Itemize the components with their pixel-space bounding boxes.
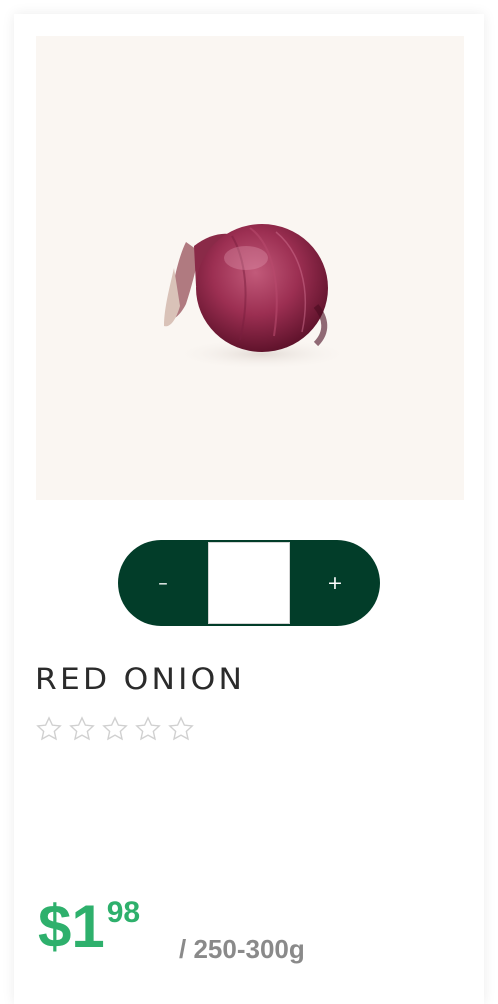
price: $1 98 [38, 892, 140, 962]
price-cents: 98 [106, 896, 141, 929]
decrement-button[interactable]: – [118, 540, 208, 626]
quantity-stepper: – + [118, 540, 380, 626]
star-outline-icon[interactable] [134, 715, 162, 743]
star-outline-icon[interactable] [101, 715, 129, 743]
red-onion-image [164, 224, 352, 370]
price-dollars-value: 1 [71, 893, 105, 960]
increment-button[interactable]: + [290, 540, 380, 626]
star-rating[interactable] [35, 715, 195, 743]
product-title[interactable]: RED ONION [35, 662, 245, 696]
price-currency: $ [38, 893, 72, 960]
star-outline-icon[interactable] [35, 715, 63, 743]
product-image[interactable] [36, 36, 464, 500]
star-outline-icon[interactable] [68, 715, 96, 743]
star-outline-icon[interactable] [167, 715, 195, 743]
price-dollars: $1 [38, 892, 105, 962]
unit-weight: / 250-300g [179, 934, 305, 964]
product-card[interactable]: – + RED ONION $1 98 / 250-300g [14, 14, 484, 1004]
quantity-input[interactable] [208, 542, 290, 624]
